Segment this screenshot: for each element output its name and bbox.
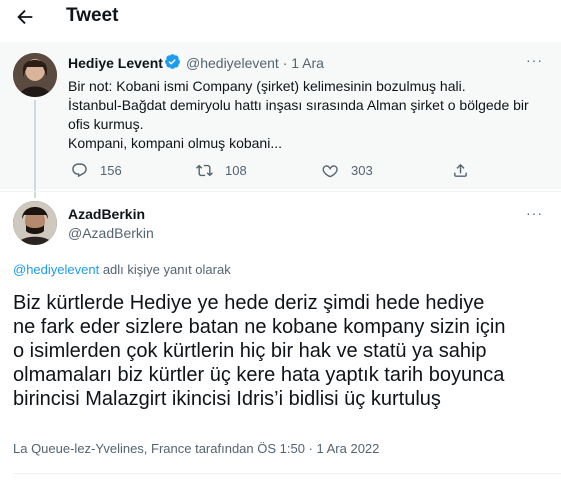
divider	[13, 473, 561, 474]
author-name[interactable]: AzadBerkin	[68, 206, 145, 222]
heart-icon	[322, 165, 338, 178]
replying-to: @hediyelevent adlı kişiye yanıt olarak	[13, 262, 231, 277]
more-options-icon[interactable]: ···	[526, 52, 543, 68]
share-action[interactable]	[452, 162, 481, 179]
verified-badge-icon	[164, 53, 181, 70]
tweet-date[interactable]: · 1 Ara	[283, 55, 324, 71]
tweet-line: olmamaları biz kürtler üç kere hata yapt…	[13, 364, 505, 386]
author-name[interactable]: Hediye Levent	[68, 55, 163, 71]
reply-to-link[interactable]: @hediyelevent	[13, 262, 99, 277]
reply-count: 156	[100, 163, 122, 178]
tweet-line: ne fark eder sizlere batan ne kobane kom…	[13, 316, 506, 338]
like-count: 303	[351, 163, 373, 178]
tweet-line: Biz kürtlerde Hediye ye hede deriz şimdi…	[13, 292, 485, 314]
tweet-line: İstanbul-Bağdat demiryolu hattı inşası s…	[68, 97, 529, 113]
avatar[interactable]	[13, 201, 57, 245]
tweet-line: birincisi Malazgirt ikincisi Idris’i bid…	[13, 388, 441, 410]
retweet-count: 108	[225, 163, 247, 178]
tweet-line: o isimlerden çok kürtlerin hiç bir hak v…	[13, 340, 487, 362]
share-icon	[454, 163, 467, 177]
author-handle[interactable]: @AzadBerkin	[68, 225, 154, 241]
tweet-body: Bir not: Kobani ismi Company (şirket) ke…	[68, 77, 538, 153]
top-bar: Tweet	[0, 0, 561, 40]
page-title: Tweet	[66, 5, 119, 26]
divider	[0, 191, 561, 192]
thread-connector-line	[34, 100, 36, 198]
reply-to-text: adlı kişiye yanıt olarak	[99, 262, 231, 277]
tweet-body: Biz kürtlerde Hediye ye hede deriz şimdi…	[13, 291, 553, 411]
avatar[interactable]	[13, 53, 57, 97]
back-arrow-icon[interactable]	[14, 6, 36, 28]
reply-action[interactable]: 156	[71, 162, 122, 179]
tweet-line: Bir not: Kobani ismi Company (şirket) ke…	[68, 78, 466, 94]
retweet-action[interactable]: 108	[196, 162, 247, 179]
retweet-icon	[196, 164, 213, 177]
author-handle-and-date: @hediyelevent · 1 Ara	[186, 55, 324, 71]
more-options-icon[interactable]: ···	[526, 205, 543, 221]
reply-icon	[72, 163, 87, 178]
tweet-line: ofis kurmuş.	[68, 116, 144, 132]
author-handle[interactable]: @hediyelevent	[186, 55, 279, 71]
like-action[interactable]: 303	[322, 162, 373, 179]
tweet-line: Kompani, kompani olmuş kobani...	[68, 135, 282, 151]
tweet-meta[interactable]: La Queue-lez-Yvelines, France tarafından…	[13, 441, 379, 456]
